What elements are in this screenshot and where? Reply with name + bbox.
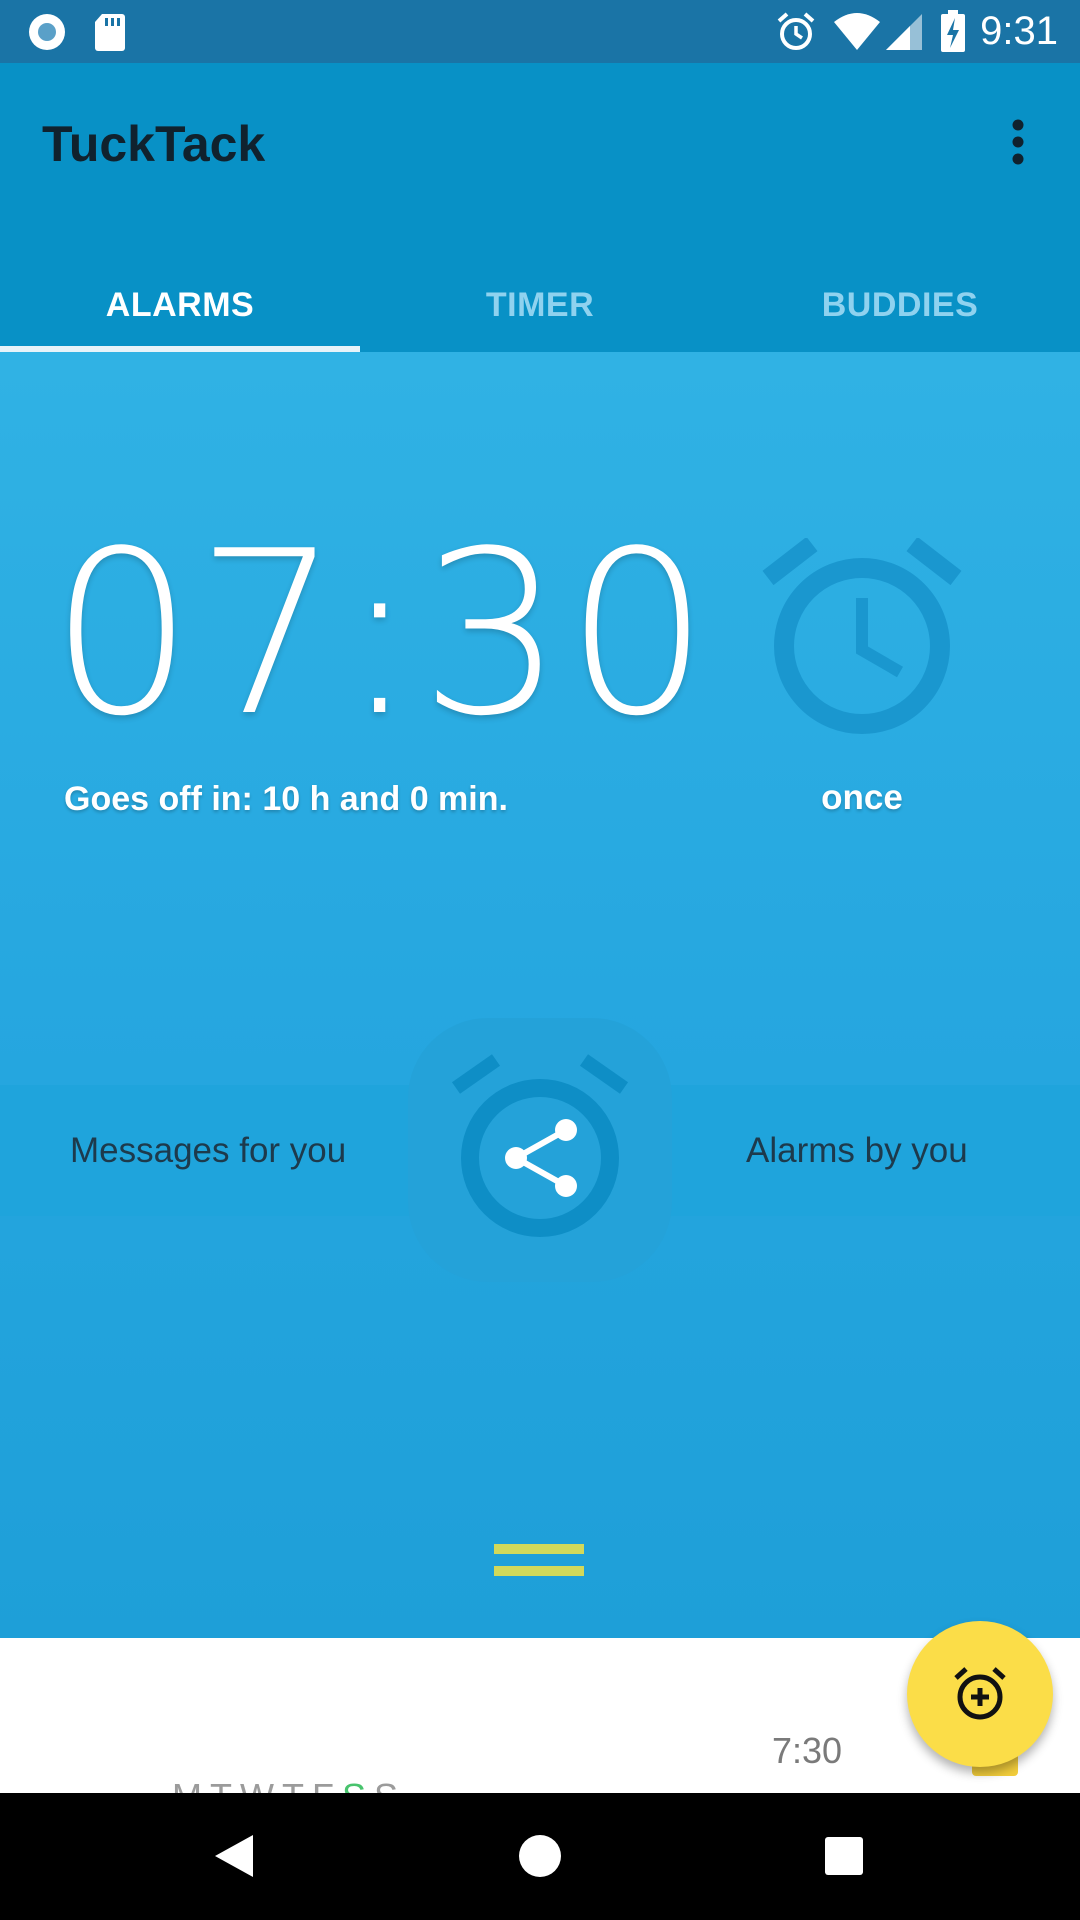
navigation-bar xyxy=(0,1793,1080,1920)
app-title: TuckTack xyxy=(42,116,266,172)
next-alarm-panel: 07:30 Goes off in: 10 h and 0 min. once … xyxy=(0,352,1080,1638)
alarm-clock-icon[interactable] xyxy=(762,536,962,738)
home-icon[interactable] xyxy=(500,1821,580,1891)
sd-card-icon xyxy=(94,0,126,63)
share-alarm-icon xyxy=(451,1054,629,1237)
add-alarm-button[interactable] xyxy=(907,1621,1053,1767)
repeat-label[interactable]: once xyxy=(762,778,962,818)
more-vert-icon[interactable] xyxy=(998,113,1038,183)
add-alarm-icon xyxy=(954,1667,1006,1720)
alarms-by-you-button[interactable]: Alarms by you xyxy=(746,1085,968,1216)
tab-timer[interactable]: TIMER xyxy=(360,259,720,352)
battery-charging-icon xyxy=(940,0,966,63)
tab-bar: ALARMS TIMER BUDDIES xyxy=(0,259,1080,352)
status-time: 9:31 xyxy=(980,9,1058,53)
tab-buddies[interactable]: BUDDIES xyxy=(720,259,1080,352)
alarm-item-time: 7:30 xyxy=(772,1730,843,1771)
back-icon[interactable] xyxy=(195,1821,275,1891)
app-bar: TuckTack ALARMS TIMER BUDDIES xyxy=(0,63,1080,352)
alarm-icon xyxy=(776,0,816,63)
messages-for-you-button[interactable]: Messages for you xyxy=(70,1085,346,1216)
record-icon xyxy=(27,0,67,63)
tab-alarms[interactable]: ALARMS xyxy=(0,259,360,352)
share-alarm-button[interactable] xyxy=(408,1018,672,1282)
status-bar: 9:31 xyxy=(0,0,1080,63)
signal-icon xyxy=(884,0,924,63)
next-alarm-time[interactable]: 07:30 xyxy=(50,522,711,748)
drag-handle[interactable] xyxy=(494,1544,584,1582)
recents-icon[interactable] xyxy=(804,1821,884,1891)
wifi-icon xyxy=(832,0,882,63)
goes-off-in-text: Goes off in: 10 h and 0 min. xyxy=(64,780,508,818)
